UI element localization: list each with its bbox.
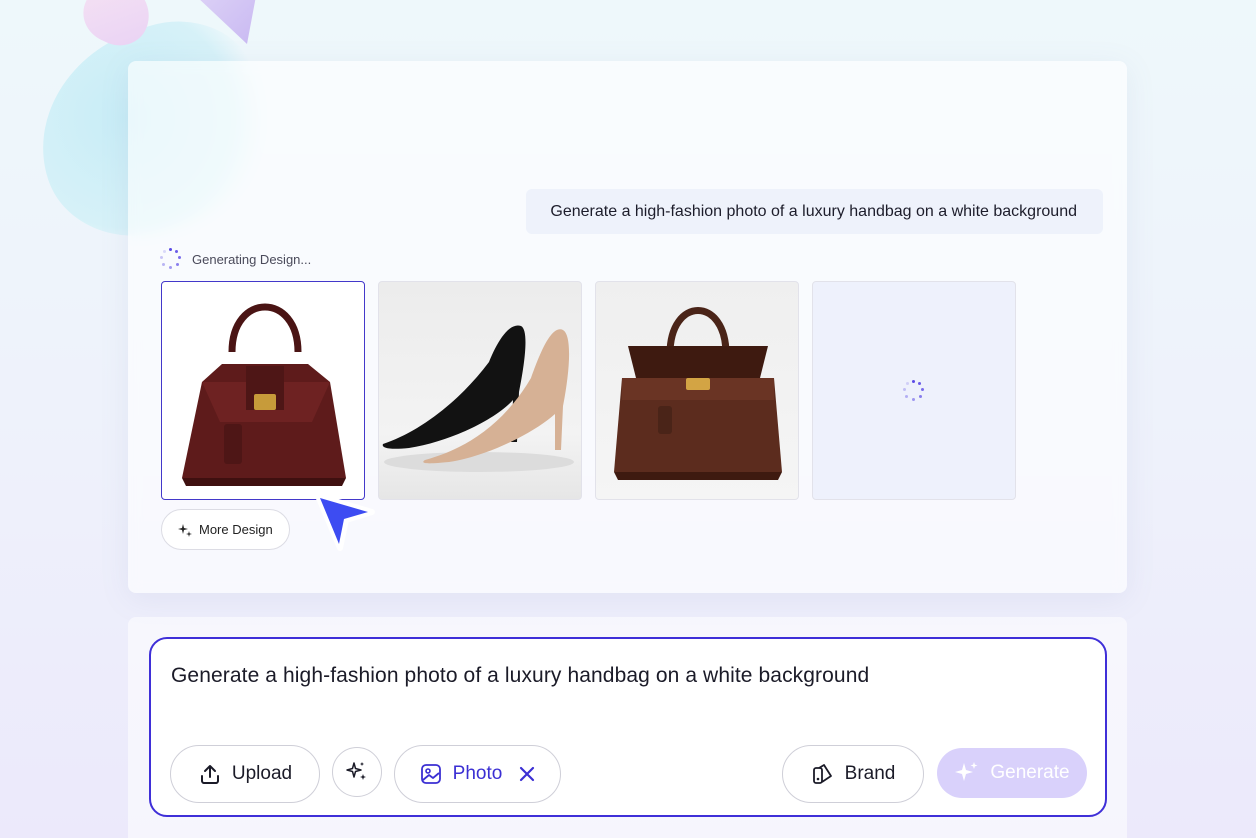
close-icon[interactable]	[518, 765, 536, 783]
enhance-prompt-button[interactable]	[332, 747, 382, 797]
photo-mode-chip[interactable]: Photo	[394, 745, 561, 803]
pumps-image	[382, 325, 574, 472]
more-design-button[interactable]: More Design	[161, 509, 290, 550]
upload-icon	[200, 765, 219, 784]
background-blob	[73, 0, 161, 56]
more-design-label: More Design	[199, 522, 273, 537]
composer-panel: Generate a high-fashion photo of a luxur…	[128, 617, 1127, 838]
generate-button[interactable]: Generate	[937, 748, 1087, 798]
upload-button[interactable]: Upload	[170, 745, 320, 803]
photo-icon	[420, 764, 441, 784]
handbag-burgundy-image	[182, 303, 346, 486]
brand-palette-icon	[812, 764, 832, 784]
loading-spinner-icon	[160, 248, 182, 270]
sparkle-icon	[178, 523, 192, 537]
design-results	[161, 281, 1016, 500]
brand-label: Brand	[844, 763, 896, 784]
pointer-cursor-icon	[315, 493, 375, 551]
chat-panel: Generate a high-fashion photo of a luxur…	[128, 61, 1127, 593]
generation-status: Generating Design...	[160, 248, 311, 270]
generate-label: Generate	[990, 762, 1070, 783]
sparkle-icon	[955, 762, 978, 781]
photo-label: Photo	[452, 763, 503, 784]
prompt-input[interactable]: Generate a high-fashion photo of a luxur…	[171, 664, 869, 688]
user-prompt-text: Generate a high-fashion photo of a luxur…	[550, 202, 1077, 220]
loading-spinner-icon	[903, 379, 925, 402]
design-thumbnail-handbag-burgundy[interactable]	[161, 281, 365, 500]
design-thumbnail-handbag-brown[interactable]	[595, 281, 799, 500]
handbag-brown-image	[614, 307, 782, 480]
user-prompt-bubble: Generate a high-fashion photo of a luxur…	[526, 189, 1103, 234]
upload-label: Upload	[231, 763, 293, 784]
design-thumbnail-loading	[812, 281, 1016, 500]
status-text: Generating Design...	[192, 251, 312, 267]
design-thumbnail-pumps[interactable]	[378, 281, 582, 500]
prompt-input-box[interactable]: Generate a high-fashion photo of a luxur…	[149, 637, 1107, 817]
sparkle-icon	[346, 762, 366, 780]
brand-button[interactable]: Brand	[782, 745, 924, 803]
background-blob	[196, 0, 256, 44]
